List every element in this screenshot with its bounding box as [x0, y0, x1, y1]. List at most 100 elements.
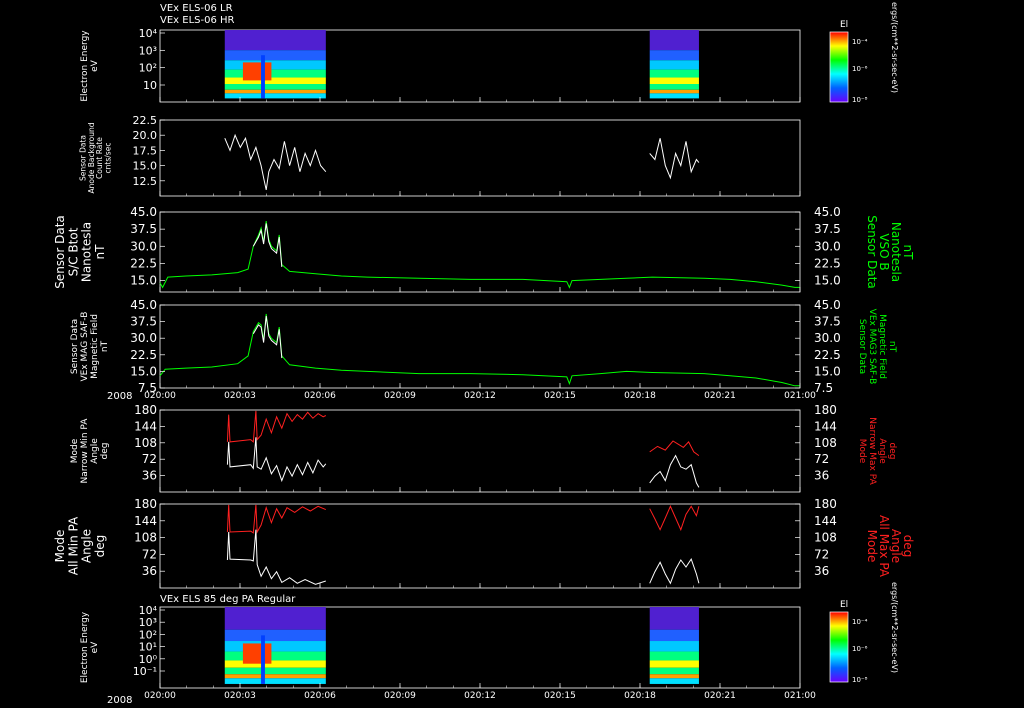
p1-ylabel: eV: [90, 59, 100, 72]
p5-ytick-label-right: 72: [814, 452, 829, 466]
p3-frame: [159, 211, 801, 293]
p6-ylabel: All Min PA: [66, 516, 80, 575]
p1-heat-band: [649, 69, 699, 78]
p6-ylabel-right: Mode: [865, 530, 879, 563]
p4-ytick-label: 22.5: [130, 348, 157, 362]
p4-xtick-label: 020:00: [144, 391, 176, 401]
p4-ytick-label-right: 7.5: [814, 381, 833, 395]
p4-ylabel: Sensor Data: [70, 319, 80, 374]
p6-ytick-label-right: 108: [814, 531, 837, 545]
p3-series-line: [252, 223, 283, 267]
p1-heat-band: [224, 50, 326, 61]
p2-ytick-label: 12.5: [133, 175, 158, 188]
p7-ytick-label: 10¹: [139, 641, 157, 654]
p7-ylabel: Electron Energy: [80, 611, 90, 683]
p3-ylabel: S/C Btot: [66, 227, 80, 276]
colorbar-bottom-tick-2: 10⁻⁶: [852, 645, 868, 653]
bottom-header: VEx ELS 85 deg PA Regular: [160, 594, 296, 605]
p6-ytick-label: 36: [142, 564, 157, 578]
header-line-2: VEx ELS-06 HR: [160, 15, 235, 26]
p4-ytick-label-right: 15.0: [814, 364, 841, 378]
p6-ytick-label: 108: [134, 531, 157, 545]
p7-heat-band: [649, 651, 699, 661]
p5-ylabel: Angle: [90, 438, 100, 464]
p5-ytick-label-right: 108: [814, 436, 837, 450]
p7-heat-hotspot: [242, 643, 272, 664]
p3-ytick-label-right: 37.5: [814, 222, 841, 236]
p3-ytick-label-right: 45.0: [814, 205, 841, 219]
p6-ytick-label: 72: [142, 547, 157, 561]
p7-xtick-label: 020:09: [384, 691, 416, 701]
year-label-mid: 2008: [107, 391, 132, 402]
p5-ylabel-right: Mode: [857, 439, 867, 464]
p4-ylabel: VEx MAG SAF-B: [80, 312, 90, 382]
p7-heat-band: [224, 660, 326, 668]
colorbar-top-gradient: [829, 31, 849, 103]
p4-xtick-label: 020:12: [464, 391, 496, 401]
p7-heat-band: [224, 629, 326, 642]
p4-ylabel-right: nT: [887, 341, 897, 353]
p7-ylabel: eV: [90, 641, 100, 654]
p1-heat-band: [649, 77, 699, 84]
p1-heat-gap: [261, 55, 265, 99]
p3-ylabel: Sensor Data: [53, 215, 67, 289]
p3-ylabel-right: nT: [901, 245, 915, 261]
p7-xtick-label: 020:06: [304, 691, 336, 701]
p5-series-line: [226, 410, 327, 443]
p2-ytick-label: 15.0: [133, 160, 158, 173]
p6-ylabel-right: deg: [901, 535, 915, 558]
p7-heat-band: [224, 674, 326, 679]
p7-heat-band: [224, 607, 326, 630]
p4-ylabel-right: Magnetic Field: [877, 314, 887, 379]
p7-ytick-label: 10⁰: [139, 653, 158, 666]
p6-ylabel: Mode: [53, 530, 67, 563]
p1-heat-band: [224, 60, 326, 70]
p4-frame: [159, 304, 801, 389]
p1-ytick-label: 10⁴: [139, 27, 158, 40]
p2-ytick-label: 22.5: [133, 114, 158, 127]
p7-xtick-label: 020:12: [464, 691, 496, 701]
p6-ylabel: deg: [93, 535, 107, 558]
p3-ytick-label: 15.0: [130, 274, 157, 288]
p3-ytick-label-right: 15.0: [814, 274, 841, 288]
p5-ytick-label: 180: [134, 403, 157, 417]
p7-heat-band: [649, 667, 699, 675]
p4-ytick-label: 37.5: [130, 315, 157, 329]
p4-xtick-label: 020:18: [624, 391, 656, 401]
p5-series-line: [649, 440, 700, 457]
p5-series-line: [226, 437, 327, 483]
p7-heat-band: [649, 674, 699, 679]
p4-ytick-label: 30.0: [130, 331, 157, 345]
p1-heat-band: [649, 93, 699, 99]
p5-ytick-label-right: 36: [814, 469, 829, 483]
p2-series-line: [649, 138, 700, 180]
p5-ytick-label: 72: [142, 452, 157, 466]
p4-ytick-label-right: 37.5: [814, 315, 841, 329]
colorbar-top: El 10⁻⁴ 10⁻⁶ 10⁻⁸ ergs/(cm**2-sr-sec-eV): [829, 2, 899, 104]
p5-ylabel: Narrow Min PA: [80, 418, 90, 484]
p5-ylabel: deg: [100, 443, 110, 460]
p3-ylabel-right: VSO B: [877, 233, 891, 270]
p7-heat-band: [224, 667, 326, 675]
p1-heat-band: [224, 69, 326, 78]
p1-heat-band: [224, 89, 326, 94]
p7-heat-band: [649, 660, 699, 668]
p4-xtick-label: 020:03: [224, 391, 256, 401]
colorbar-bottom-gradient: [829, 611, 849, 683]
p6-ytick-label: 180: [134, 497, 157, 511]
colorbar-top-tick-2: 10⁻⁶: [852, 65, 868, 73]
p1-heat-band: [224, 30, 326, 51]
year-label-bottom: 2008: [107, 695, 132, 706]
p3-ytick-label: 22.5: [130, 256, 157, 270]
p4-xtick-label: 020:21: [704, 391, 736, 401]
p6-ytick-label-right: 180: [814, 497, 837, 511]
p1-heat-hotspot: [242, 62, 272, 81]
p7-xtick-label: 021:00: [784, 691, 816, 701]
colorbar-top-title: El: [840, 20, 848, 30]
p1-ytick-label: 10²: [139, 62, 157, 75]
p4-xtick-label: 020:06: [304, 391, 336, 401]
p6-series-line: [226, 504, 326, 534]
p7-xtick-label: 020:21: [704, 691, 736, 701]
p3-ylabel: nT: [93, 244, 107, 260]
p6-ylabel: Angle: [80, 529, 94, 563]
